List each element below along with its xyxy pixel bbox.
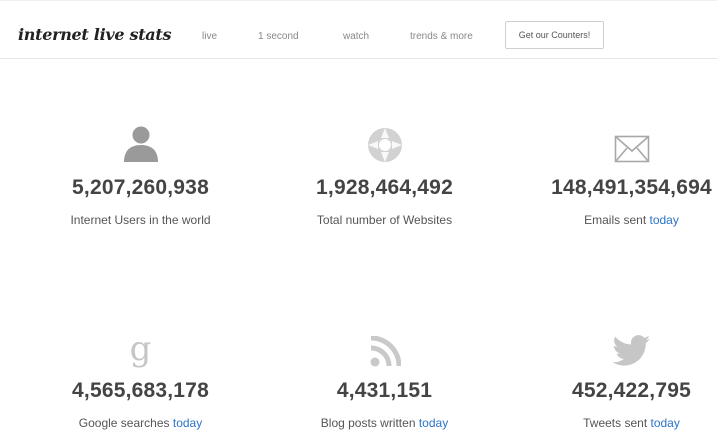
stat-tweets: 452,422,795 Tweets sent today	[512, 0, 717, 432]
stat-label-text: Google searches	[78, 416, 170, 430]
stat-value: 452,422,795	[572, 379, 691, 402]
stat-label-text: Tweets sent	[583, 416, 648, 430]
today-link[interactable]: today	[419, 416, 448, 430]
stat-value: 4,565,683,178	[72, 379, 209, 402]
rss-feed-icon	[265, 328, 504, 368]
stat-value: 4,431,151	[336, 379, 433, 402]
today-link[interactable]: today	[173, 416, 202, 430]
stat-label: Google searches today	[21, 416, 260, 430]
twitter-bird-icon	[512, 327, 717, 367]
stat-label: Tweets sent today	[512, 416, 717, 430]
stat-blog-posts: 4,431,151 Blog posts written today	[265, 0, 504, 432]
page: internet live stats live 1 second watch …	[0, 0, 717, 432]
google-g-icon: g	[129, 329, 152, 369]
stat-label: Blog posts written today	[265, 416, 504, 430]
today-link[interactable]: today	[651, 416, 680, 430]
stat-label-text: Blog posts written	[320, 416, 416, 430]
stat-google-searches: g 4,565,683,178 Google searches today	[21, 0, 260, 432]
